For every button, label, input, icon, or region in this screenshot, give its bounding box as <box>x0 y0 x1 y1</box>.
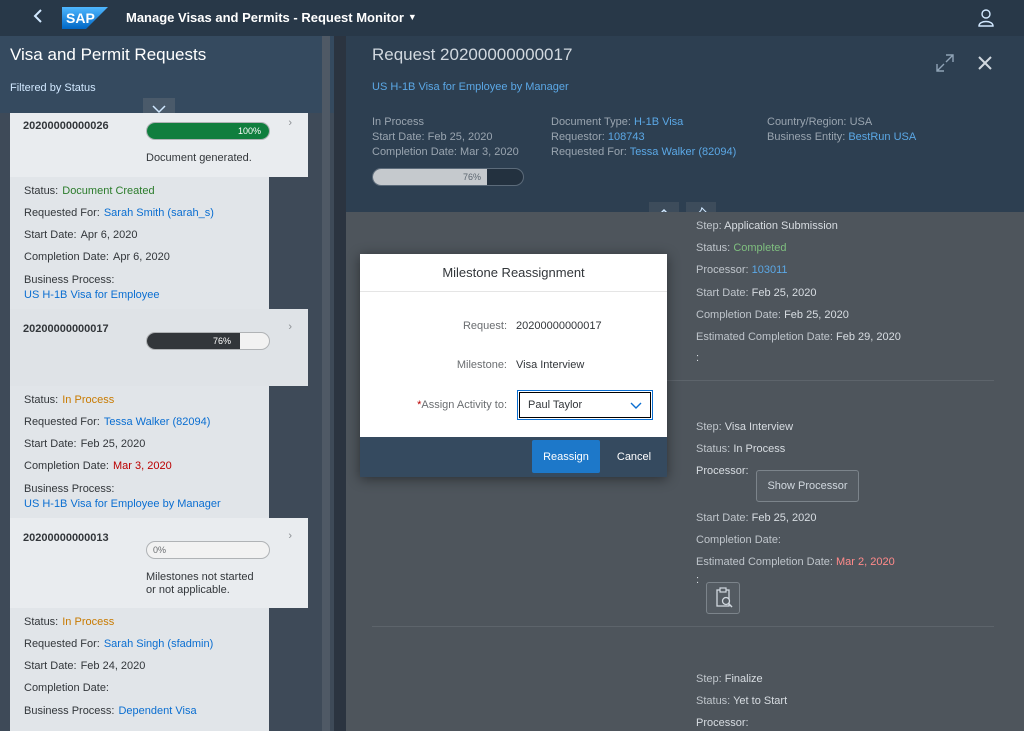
milestone-value: Visa Interview <box>516 359 585 371</box>
request-label: Request: <box>462 320 507 332</box>
dialog-title: Milestone Reassignment <box>360 254 667 292</box>
assign-activity-label: *Assign Activity to: <box>417 399 507 411</box>
assign-activity-value: Paul Taylor <box>528 399 583 411</box>
chevron-down-icon <box>630 402 642 409</box>
request-value: 20200000000017 <box>516 320 602 332</box>
assign-activity-select[interactable]: Paul Taylor <box>517 390 653 420</box>
assign-activity-label-text: Assign Activity to: <box>421 399 507 411</box>
reassign-button[interactable]: Reassign <box>532 440 600 473</box>
dialog-footer: Reassign Cancel <box>360 437 667 477</box>
milestone-label: Milestone: <box>456 359 507 371</box>
cancel-button[interactable]: Cancel <box>608 440 660 473</box>
milestone-reassignment-dialog: Milestone Reassignment Request: 20200000… <box>360 254 667 477</box>
